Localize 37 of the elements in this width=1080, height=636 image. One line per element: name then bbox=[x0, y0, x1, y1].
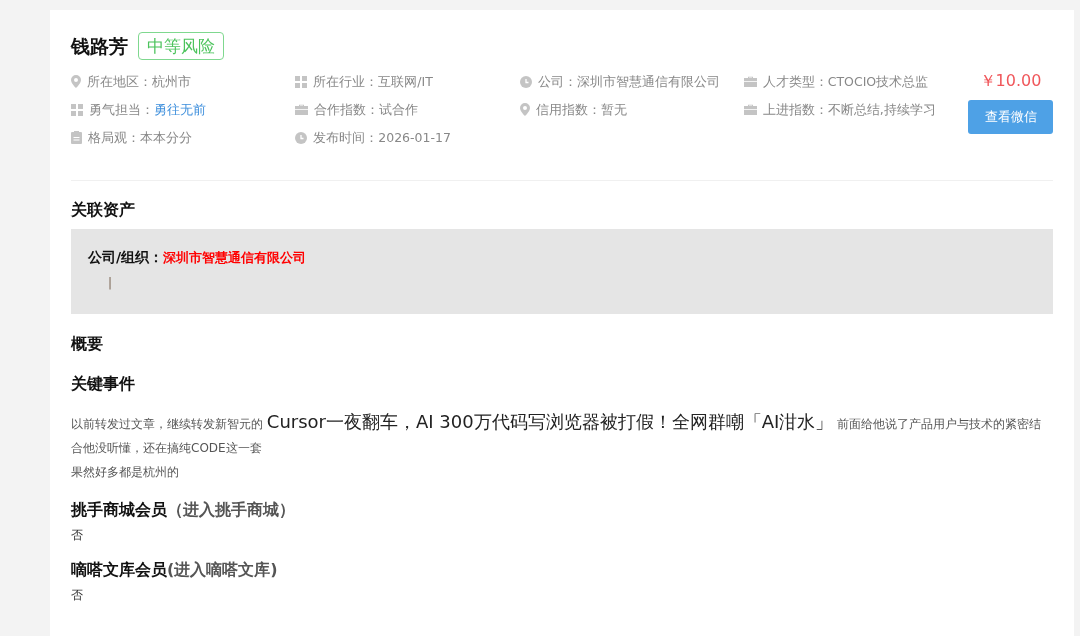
person-name: 钱路芳 bbox=[71, 34, 128, 59]
info-text: 格局观：本本分分 bbox=[88, 128, 192, 147]
enter-store-link[interactable]: (进入嘀嗒文库) bbox=[167, 557, 278, 582]
section-title: 概要 bbox=[71, 332, 104, 355]
info-text: 公司：深圳市智慧通信有限公司 bbox=[537, 72, 720, 91]
membership-title: 挑手商城会员 bbox=[71, 498, 167, 521]
membership-value: 否 bbox=[71, 526, 84, 544]
info-text: 上进指数：不断总结,持续学习 bbox=[762, 100, 936, 119]
briefcase-icon bbox=[743, 104, 757, 115]
info-text: 人才类型：CTOCIO技术总监 bbox=[762, 72, 929, 91]
briefcase-icon bbox=[295, 104, 309, 115]
grid-icon bbox=[295, 75, 308, 88]
company-line: 公司/组织：深圳市智慧通信有限公司 bbox=[88, 247, 308, 267]
location-pin-icon bbox=[519, 103, 530, 116]
enter-store-link[interactable]: （进入挑手商城） bbox=[167, 497, 295, 522]
info-text: 勇气担当：勇往无前 bbox=[89, 100, 206, 119]
grid-icon bbox=[71, 103, 83, 116]
info-text: 所在地区：杭州市 bbox=[87, 72, 191, 91]
info-text: 合作指数：试合作 bbox=[314, 100, 419, 119]
event-paragraph: 果然好多都是杭州的 bbox=[71, 463, 180, 481]
location-pin-icon bbox=[71, 75, 81, 88]
section-title: 关键事件 bbox=[71, 372, 136, 395]
info-text: 信用指数：暂无 bbox=[535, 100, 627, 119]
clipboard-icon bbox=[71, 131, 82, 144]
price: ￥10.00 bbox=[979, 70, 1042, 91]
membership-value: 否 bbox=[71, 586, 84, 604]
membership-title: 嘀嗒文库会员 bbox=[71, 558, 167, 581]
cursor-mark: | bbox=[108, 274, 113, 292]
clock-icon bbox=[519, 75, 532, 88]
clock-icon bbox=[295, 131, 308, 144]
info-text: 所在行业：互联网/IT bbox=[313, 72, 433, 91]
section-title: 关联资产 bbox=[71, 198, 136, 221]
info-text: 发布时间：2026-01-17 bbox=[313, 128, 451, 147]
risk-badge: 中等风险 bbox=[138, 32, 224, 61]
briefcase-icon bbox=[743, 76, 757, 87]
article-link[interactable]: Cursor一夜翻车，AI 300万代码写浏览器被打假！全网群嘲「AI泔水」 bbox=[266, 410, 834, 432]
event-paragraph: 以前转发过文章，继续转发新智元的 Cursor一夜翻车，AI 300万代码写浏览器被打假！全网群嘲「AI泔水」 前面给他说了产品用户与技术的紧密结合他没听懂，还在搞纯CODE这一套 bbox=[71, 409, 1043, 457]
